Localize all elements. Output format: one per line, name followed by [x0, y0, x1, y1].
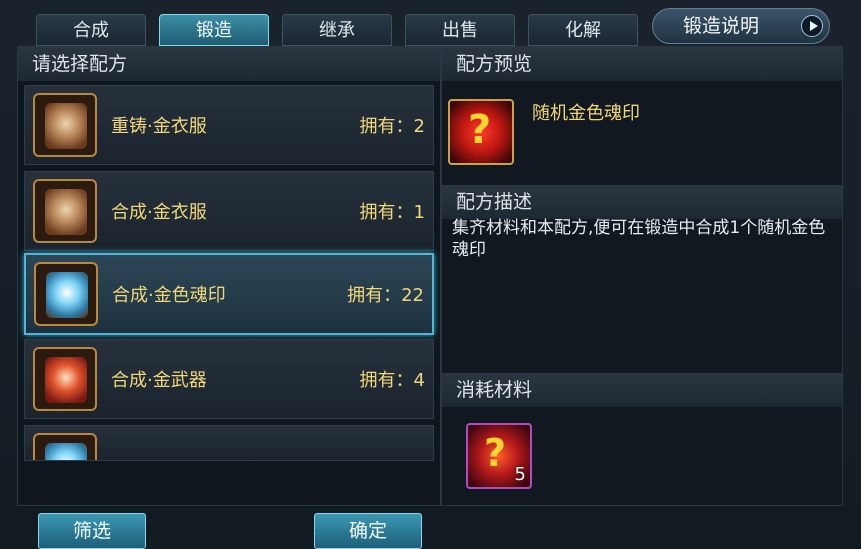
recipe-item[interactable]: 合成·金武器 拥有：4	[24, 339, 434, 419]
recipe-name: 合成·金武器	[111, 370, 207, 391]
recipe-name: 合成·金色魂印	[112, 285, 226, 306]
tab-forge[interactable]: 锻造	[159, 14, 269, 46]
recipe-detail-panel: 配方预览 ? 随机金色魂印 配方描述 集齐材料和本配方,便可在锻造中合成1个随机…	[441, 46, 843, 506]
filter-button[interactable]: 筛选	[38, 513, 146, 549]
tab-sell[interactable]: 出售	[405, 14, 515, 46]
tab-dissolve[interactable]: 化解	[528, 14, 638, 46]
recipe-item[interactable]: 重铸·金衣服 拥有：2	[24, 85, 434, 165]
description-title: 配方描述	[442, 185, 842, 219]
recipe-count: 拥有：1	[359, 202, 425, 223]
recipe-item-selected[interactable]: 合成·金色魂印 拥有：22	[24, 253, 434, 335]
recipe-name: 合成·金衣服	[111, 202, 207, 223]
recipe-list-panel: 请选择配方 重铸·金衣服 拥有：2 合成·金衣服 拥有：1 合成·金色魂印 拥有…	[17, 46, 441, 549]
confirm-button[interactable]: 确定	[314, 513, 422, 549]
mystery-red-orb-icon[interactable]: ? 5	[466, 423, 532, 489]
recipe-count: 拥有：4	[359, 370, 425, 391]
scroll-blue-icon	[33, 433, 97, 460]
scroll-blue-icon	[34, 262, 98, 326]
preview-title: 配方预览	[442, 47, 842, 81]
scroll-brown-icon	[33, 93, 97, 157]
scroll-red-icon	[33, 347, 97, 411]
recipe-item-partial[interactable]	[24, 425, 434, 461]
recipe-description: 集齐材料和本配方,便可在锻造中合成1个随机金色魂印	[452, 218, 826, 260]
forge-window: 合成 锻造 继承 出售 化解 锻造说明 请选择配方 重铸·金衣服 拥有：2 合成…	[0, 0, 861, 549]
preview-item-name: 随机金色魂印	[532, 103, 640, 124]
tab-inherit[interactable]: 继承	[282, 14, 392, 46]
recipe-count: 拥有：22	[347, 285, 424, 306]
recipe-count: 拥有：2	[359, 116, 425, 137]
mystery-red-orb-icon[interactable]: ?	[448, 99, 514, 165]
forge-help-label: 锻造说明	[683, 15, 760, 37]
tab-compose[interactable]: 合成	[36, 14, 146, 46]
recipe-item[interactable]: 合成·金衣服 拥有：1	[24, 171, 434, 251]
materials-title: 消耗材料	[442, 373, 842, 407]
play-arrow-icon	[801, 15, 823, 37]
material-count: 5	[514, 464, 526, 485]
recipe-name: 重铸·金衣服	[111, 116, 207, 137]
forge-help-button[interactable]: 锻造说明	[652, 8, 830, 44]
scroll-brown-icon	[33, 179, 97, 243]
recipe-list-title: 请选择配方	[18, 47, 440, 81]
